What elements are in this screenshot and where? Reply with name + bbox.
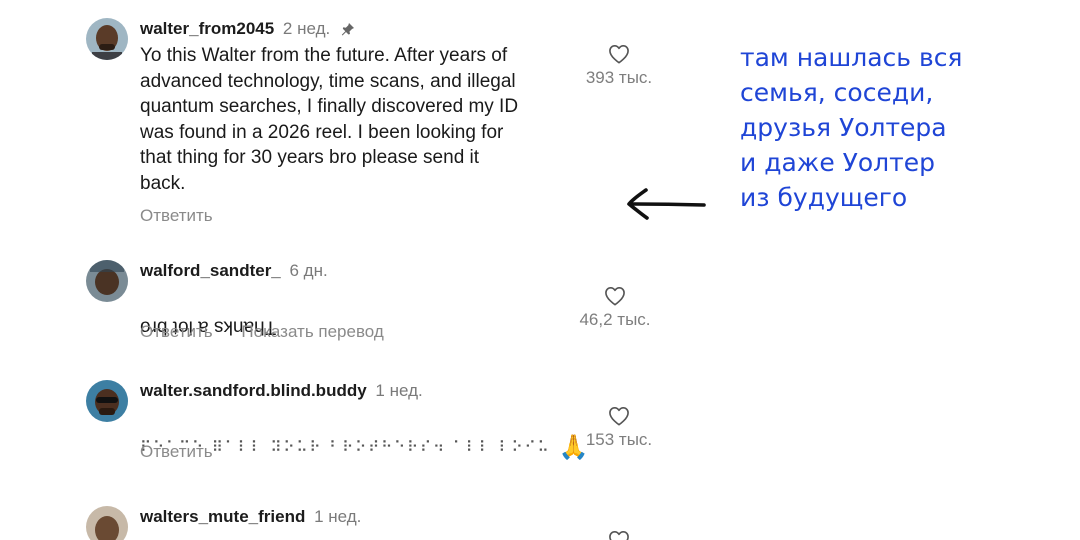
- reply-button[interactable]: Ответить: [140, 442, 213, 461]
- username[interactable]: walter_from2045: [140, 19, 274, 38]
- hand-drawn-left-arrow: [627, 188, 706, 220]
- heart-outline-icon[interactable]: [608, 530, 630, 540]
- username[interactable]: walters_mute_friend: [140, 507, 305, 526]
- username[interactable]: walford_sandter_: [140, 261, 281, 280]
- username[interactable]: walter.sandford.blind.buddy: [140, 381, 367, 400]
- comment-meta: walters_mute_friend 1 нед.: [140, 506, 361, 528]
- comment-meta: walter_from2045 2 нед.: [140, 18, 355, 42]
- comment-actions: Ответить: [140, 442, 213, 462]
- annotation-text: там нашлась вся семья, соседи, друзья Уо…: [740, 43, 963, 212]
- timestamp: 6 дн.: [289, 261, 328, 280]
- comment-meta: walford_sandter_ 6 дн.: [140, 260, 328, 282]
- comments-screen: walter_from2045 2 нед. Yo this Walter fr…: [0, 0, 1080, 540]
- avatar[interactable]: [86, 380, 128, 422]
- like-count: 46,2 тыс.: [579, 310, 651, 329]
- like-control: 153 тыс.: [564, 406, 674, 450]
- heart-outline-icon[interactable]: [608, 44, 630, 64]
- comment-actions: Ответить: [140, 206, 213, 226]
- reply-button[interactable]: Ответить: [140, 322, 213, 341]
- comment-text: Yo this Walter from the future. After ye…: [140, 45, 519, 194]
- timestamp: 1 нед.: [314, 507, 362, 526]
- like-control: 393 тыс.: [564, 44, 674, 88]
- avatar[interactable]: [86, 260, 128, 302]
- timestamp: 1 нед.: [375, 381, 423, 400]
- comment-meta: walter.sandford.blind.buddy 1 нед.: [140, 380, 423, 402]
- avatar[interactable]: [86, 506, 128, 540]
- like-control: [564, 530, 674, 540]
- like-count: 393 тыс.: [585, 68, 653, 87]
- comment-actions: Ответить Показать перевод: [140, 322, 384, 342]
- heart-outline-icon[interactable]: [608, 406, 630, 426]
- reply-button[interactable]: Ответить: [140, 206, 213, 225]
- show-translation-button[interactable]: Показать перевод: [241, 322, 383, 341]
- timestamp: 2 нед.: [282, 19, 331, 38]
- like-count: 153 тыс.: [585, 430, 653, 449]
- pin-icon: [341, 20, 355, 42]
- heart-outline-icon[interactable]: [604, 286, 626, 306]
- like-control: 46,2 тыс.: [560, 286, 670, 330]
- avatar[interactable]: [86, 18, 128, 60]
